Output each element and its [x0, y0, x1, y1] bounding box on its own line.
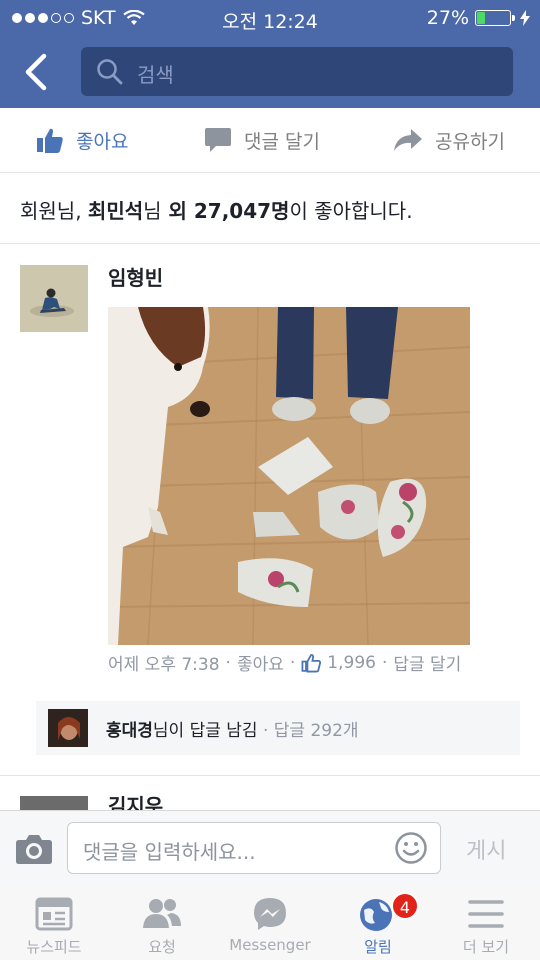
- meta-separator: ·: [225, 652, 231, 673]
- meta-separator: ·: [262, 721, 269, 741]
- comment-button-label: 댓글 달기: [244, 130, 320, 153]
- charging-bolt-icon: [520, 10, 530, 26]
- search-placeholder: 검색: [137, 63, 174, 87]
- thumbs-up-icon: [37, 128, 63, 153]
- share-arrow-icon: [394, 129, 422, 151]
- comment-time[interactable]: 어제 오후 7:38: [108, 650, 220, 675]
- reply-summary[interactable]: 홍대경님이 답글 남김 · 답글 292개: [36, 701, 520, 755]
- tab-label: 더 보기: [462, 938, 510, 956]
- comment-photo[interactable]: [108, 307, 470, 645]
- avatar[interactable]: [20, 796, 88, 810]
- search-icon: [97, 59, 123, 85]
- status-bar: SKT 오전 12:24 27%: [0, 0, 540, 36]
- likes-nim: 님: [143, 199, 162, 223]
- newsfeed-icon: [35, 897, 73, 931]
- battery-icon: [475, 10, 515, 26]
- comment-button[interactable]: 댓글 달기: [204, 108, 320, 172]
- post-button[interactable]: 게시: [466, 833, 506, 865]
- likes-suffix: 이 좋아합니다.: [289, 199, 413, 223]
- reply-author[interactable]: 홍대경: [106, 721, 153, 741]
- meta-separator: ·: [381, 652, 388, 673]
- notification-badge: 4: [391, 892, 419, 920]
- friend-requests-icon: [143, 899, 181, 928]
- thumbs-up-icon: [301, 653, 322, 672]
- likes-you: 회원님: [20, 199, 76, 223]
- tab-messenger[interactable]: Messenger: [216, 886, 324, 960]
- messenger-icon: [254, 898, 286, 930]
- tab-label: 알림: [364, 938, 392, 956]
- reply-count: 답글 292개: [273, 721, 359, 741]
- avatar[interactable]: [48, 709, 88, 747]
- likes-sep: ,: [75, 199, 88, 223]
- reply-text: 님이 답글 남김: [152, 721, 258, 741]
- share-button-label: 공유하기: [435, 130, 505, 153]
- meta-separator: ·: [289, 652, 296, 673]
- tab-requests[interactable]: 요청: [108, 886, 216, 960]
- avatar[interactable]: [20, 265, 88, 332]
- camera-icon[interactable]: [15, 833, 53, 865]
- comment-input-placeholder: 댓글을 입력하세요...: [83, 840, 256, 864]
- likes-friend[interactable]: 최민석: [88, 199, 143, 223]
- likes-others: 외: [161, 199, 194, 223]
- share-button[interactable]: 공유하기: [393, 108, 505, 172]
- comment-reply-link[interactable]: 답글 달기: [393, 650, 461, 675]
- commenter-name[interactable]: 임형빈: [108, 262, 163, 291]
- menu-icon: [468, 900, 504, 928]
- back-chevron-icon[interactable]: [18, 52, 58, 92]
- like-button[interactable]: 좋아요: [36, 108, 128, 172]
- tab-label: 뉴스피드: [26, 938, 82, 956]
- comment-meta: 어제 오후 7:38 · 좋아요 · 1,996 · 답글 달기: [108, 650, 461, 676]
- tab-newsfeed[interactable]: 뉴스피드: [0, 886, 108, 960]
- divider: [0, 775, 540, 776]
- likes-count[interactable]: 27,047명: [194, 199, 290, 223]
- comment-bubble-icon: [205, 128, 231, 152]
- tab-label: 요청: [148, 938, 176, 956]
- comment-composer: 댓글을 입력하세요... 게시: [0, 810, 540, 887]
- comment-input[interactable]: 댓글을 입력하세요...: [67, 822, 441, 874]
- like-button-label: 좋아요: [76, 130, 129, 153]
- search-bar[interactable]: 검색: [81, 47, 513, 96]
- comment-like-link[interactable]: 좋아요: [237, 650, 284, 675]
- likes-summary[interactable]: 회원님, 최민석님 외 27,047명이 좋아합니다.: [0, 173, 540, 244]
- tab-bar: 뉴스피드 요청 Messenger 4 알림 더 보기: [0, 886, 540, 960]
- battery-percent: 27%: [426, 7, 469, 29]
- emoji-icon[interactable]: [394, 831, 428, 865]
- tab-label: Messenger: [229, 936, 311, 954]
- comment-like-count[interactable]: 1,996: [327, 653, 376, 673]
- tab-notifications[interactable]: 4 알림: [324, 886, 432, 960]
- tab-more[interactable]: 더 보기: [432, 886, 540, 960]
- post-actions: 좋아요 댓글 달기 공유하기: [0, 108, 540, 173]
- header-bar: SKT 오전 12:24 27% 검색: [0, 0, 540, 108]
